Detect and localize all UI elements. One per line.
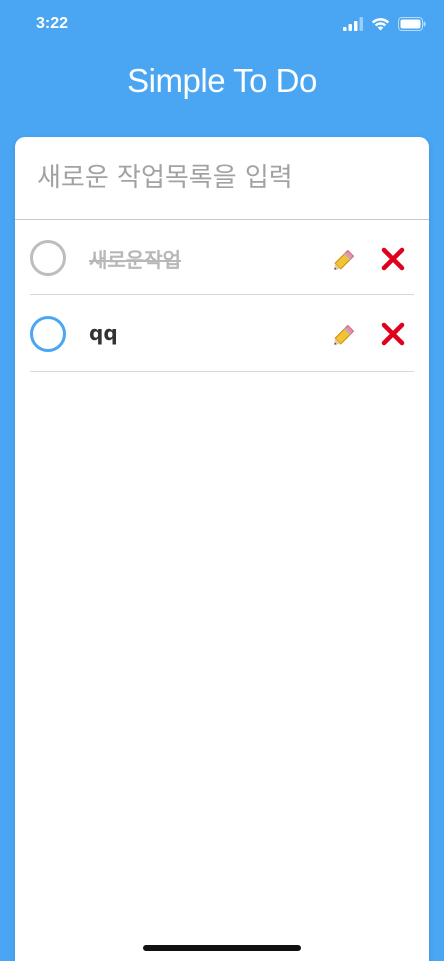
pencil-icon[interactable] (330, 244, 360, 274)
pencil-icon[interactable] (330, 319, 360, 349)
new-task-area (15, 137, 429, 220)
list-item: 새로운작업 (30, 220, 414, 295)
complete-toggle[interactable] (30, 240, 66, 276)
todo-card: 새로운작업 qq (15, 137, 429, 961)
status-bar: 3:22 (0, 0, 444, 54)
cellular-signal-icon (343, 17, 363, 31)
status-icons (343, 17, 426, 31)
close-icon[interactable] (380, 321, 406, 347)
app-title: Simple To Do (127, 62, 317, 99)
status-time: 3:22 (36, 15, 69, 32)
task-text: 새로운작업 (89, 248, 181, 272)
task-list: 새로운작업 qq (30, 220, 414, 372)
complete-toggle[interactable] (30, 316, 66, 352)
home-indicator[interactable] (143, 945, 301, 951)
close-icon[interactable] (380, 246, 406, 272)
task-text: qq (89, 321, 118, 345)
list-item: qq (30, 295, 414, 372)
wifi-icon (371, 17, 390, 31)
new-task-input[interactable] (37, 157, 407, 199)
battery-icon (398, 17, 426, 31)
